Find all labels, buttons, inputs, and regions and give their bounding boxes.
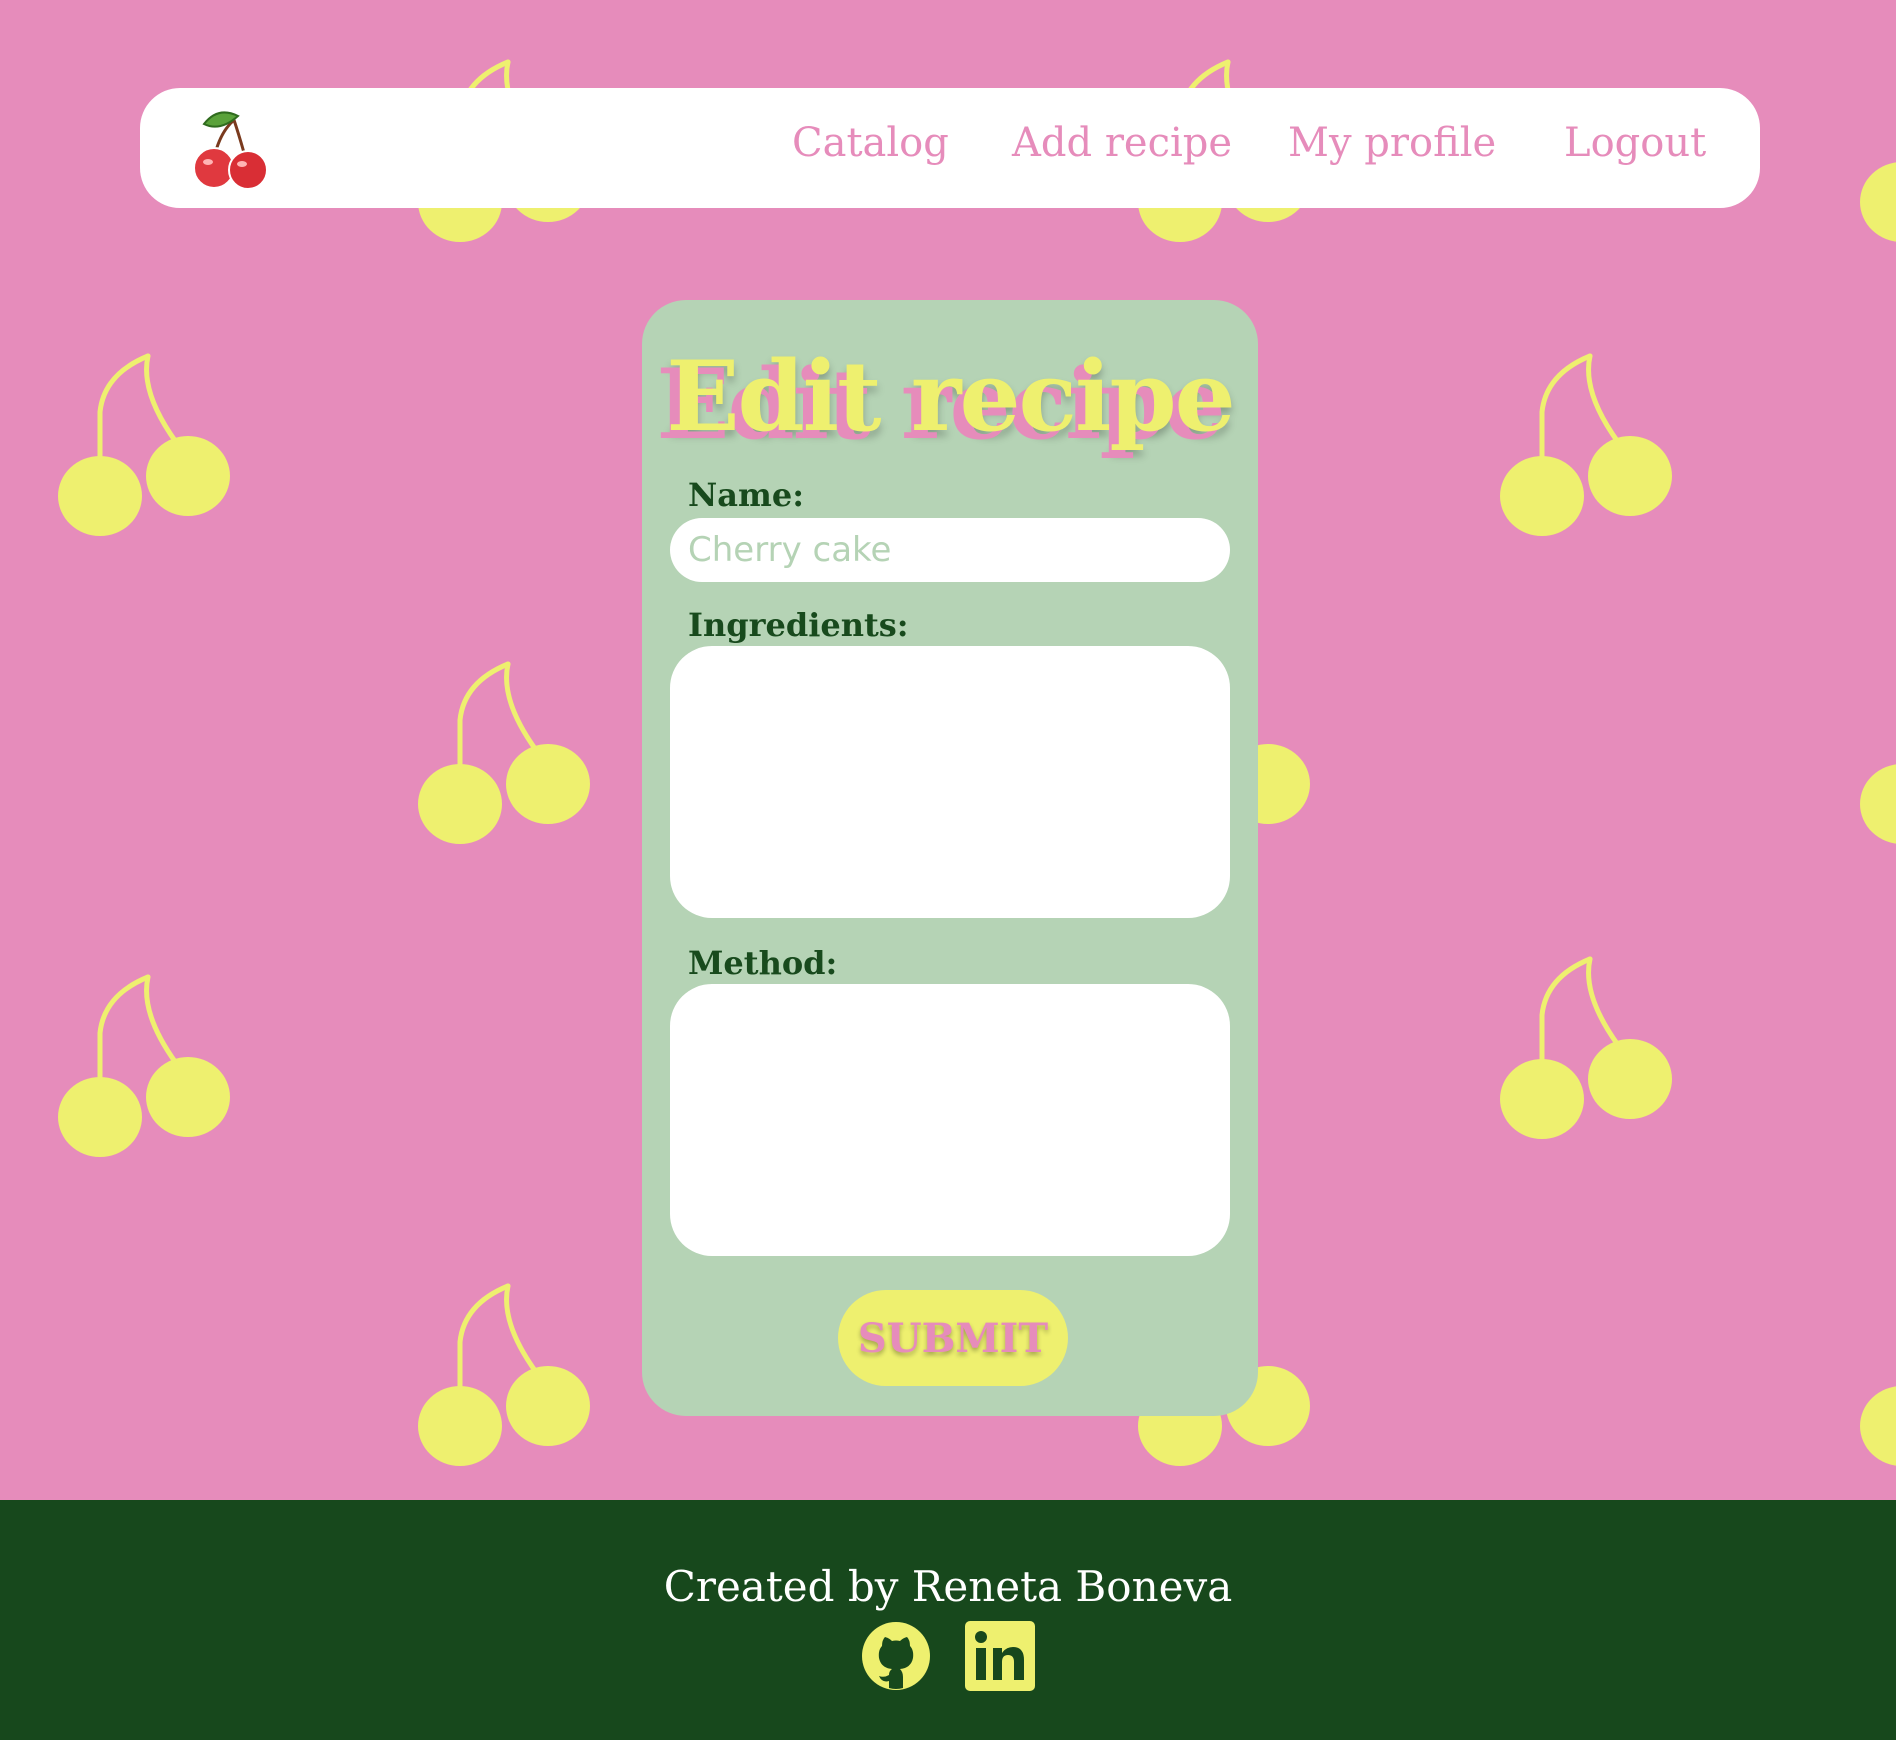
cherry-logo-icon	[193, 111, 268, 190]
navbar: Catalog Add recipe My profile Logout	[140, 88, 1760, 208]
github-icon	[862, 1622, 930, 1690]
cherry-pattern-icon	[1860, 58, 1896, 258]
footer-credit: Created by Reneta Boneva	[663, 1562, 1233, 1611]
home-logo-link[interactable]	[184, 102, 276, 194]
nav-catalog-link[interactable]: Catalog	[792, 120, 949, 166]
cherry-pattern-icon	[418, 660, 598, 860]
linkedin-link[interactable]	[964, 1620, 1036, 1692]
method-label: Method:	[688, 944, 838, 982]
cherry-pattern-icon	[418, 1282, 598, 1482]
method-textarea[interactable]	[670, 984, 1230, 1256]
nav-my-profile-link[interactable]: My profile	[1288, 120, 1496, 166]
nav-logout-link[interactable]: Logout	[1564, 120, 1706, 166]
name-input[interactable]	[670, 518, 1230, 582]
cherry-pattern-icon	[58, 352, 238, 552]
cherry-pattern-icon	[58, 973, 238, 1173]
form-title: Edit recipe	[666, 340, 1235, 453]
github-link[interactable]	[860, 1620, 932, 1692]
submit-button[interactable]: SUBMIT	[838, 1290, 1068, 1386]
cherry-pattern-icon	[1860, 1282, 1896, 1482]
footer: Created by Reneta Boneva	[0, 1500, 1896, 1740]
cherry-pattern-icon	[1500, 352, 1680, 552]
ingredients-label: Ingredients:	[688, 606, 909, 644]
nav-add-recipe-link[interactable]: Add recipe	[1012, 120, 1232, 166]
cherry-pattern-icon	[1860, 660, 1896, 860]
edit-recipe-form: Edit recipe Name: Ingredients: Method: S…	[642, 300, 1258, 1416]
linkedin-icon	[965, 1621, 1035, 1691]
ingredients-textarea[interactable]	[670, 646, 1230, 918]
cherry-pattern-icon	[1500, 955, 1680, 1155]
name-label: Name:	[688, 476, 805, 514]
